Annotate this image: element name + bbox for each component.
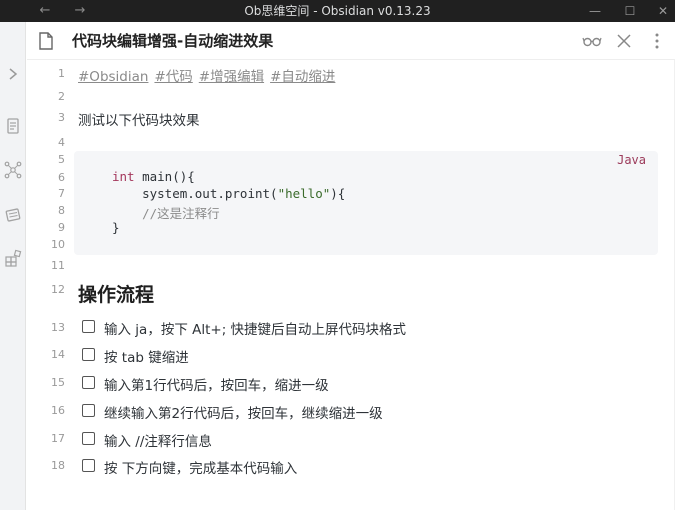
line-number: 18: [51, 459, 65, 472]
task-checkbox[interactable]: [82, 376, 95, 389]
code-text: main(){: [134, 169, 195, 184]
code-language-label: Java: [617, 153, 646, 167]
line-number: 9: [58, 221, 65, 234]
task-text: 输入 ja，按下 Alt+; 快捷键后自动上屏代码块格式: [104, 322, 407, 338]
line-number: 2: [58, 90, 65, 103]
plugins-icon[interactable]: [3, 248, 23, 268]
task-checkbox[interactable]: [82, 404, 95, 417]
code-text: system.out.proint(: [112, 186, 278, 201]
section-heading: 操作流程: [78, 284, 155, 306]
maximize-icon[interactable]: ☐: [620, 0, 640, 22]
close-window-icon[interactable]: ✕: [653, 0, 673, 22]
graph-view-icon[interactable]: [3, 160, 23, 180]
document-icon: [38, 32, 54, 50]
code-string: "hello": [277, 186, 331, 201]
task-text: 按 下方向键，完成基本代码输入: [104, 461, 298, 477]
tag-link[interactable]: #自动缩进: [270, 69, 335, 85]
close-pane-icon[interactable]: [614, 31, 634, 51]
line-number: 5: [58, 153, 65, 166]
line-number: 10: [51, 238, 65, 251]
tag-link[interactable]: #增强编辑: [199, 69, 264, 85]
editor[interactable]: 1 2 3 4 5 6 7 8 9 10 11 12 13 14 15 16 1…: [27, 60, 675, 510]
line-number: 4: [58, 136, 65, 149]
line-number: 1: [58, 67, 65, 80]
code-line: system.out.proint("hello"){: [112, 186, 345, 201]
task-text: 按 tab 键缩进: [104, 350, 189, 366]
line-number: 13: [51, 321, 65, 334]
code-text: ){: [330, 186, 346, 201]
left-ribbon: [0, 22, 26, 510]
line-number: 17: [51, 432, 65, 445]
code-keyword: int: [112, 169, 135, 184]
tag-list: #Obsidian #代码 #增强编辑 #自动缩进: [78, 65, 341, 85]
code-line: }: [112, 220, 120, 235]
task-checkbox[interactable]: [82, 348, 95, 361]
minimize-icon[interactable]: —: [585, 0, 605, 22]
intro-text: 测试以下代码块效果: [78, 113, 200, 129]
task-text: 继续输入第2行代码后，按回车，继续缩进一级: [104, 406, 383, 422]
line-number: 6: [58, 171, 65, 184]
slides-icon[interactable]: [3, 204, 23, 224]
command-icon[interactable]: [3, 116, 23, 136]
task-checkbox[interactable]: [82, 320, 95, 333]
line-number: 8: [58, 204, 65, 217]
task-checkbox[interactable]: [82, 432, 95, 445]
line-number: 16: [51, 404, 65, 417]
line-number: 7: [58, 187, 65, 200]
line-number: 3: [58, 111, 65, 124]
pane-header: 代码块编辑增强-自动缩进效果: [27, 22, 675, 60]
page-title[interactable]: 代码块编辑增强-自动缩进效果: [72, 22, 273, 60]
task-text: 输入 //注释行信息: [104, 434, 212, 450]
expand-sidebar-icon[interactable]: [3, 64, 23, 84]
line-number: 14: [51, 348, 65, 361]
tag-link[interactable]: #代码: [154, 69, 192, 85]
line-number: 12: [51, 283, 65, 296]
line-number: 15: [51, 376, 65, 389]
code-line: int main(){: [112, 169, 195, 184]
window-titlebar: ← → Ob思维空间 - Obsidian v0.13.23 — ☐ ✕: [0, 0, 675, 22]
task-text: 输入第1行代码后，按回车，缩进一级: [104, 378, 329, 394]
code-comment: //这是注释行: [112, 206, 220, 221]
line-number: 11: [51, 259, 65, 272]
window-title: Ob思维空间 - Obsidian v0.13.23: [244, 4, 431, 18]
preview-glasses-icon[interactable]: [582, 31, 602, 51]
more-options-icon[interactable]: [647, 31, 667, 51]
task-checkbox[interactable]: [82, 459, 95, 472]
tag-link[interactable]: #Obsidian: [78, 69, 148, 85]
